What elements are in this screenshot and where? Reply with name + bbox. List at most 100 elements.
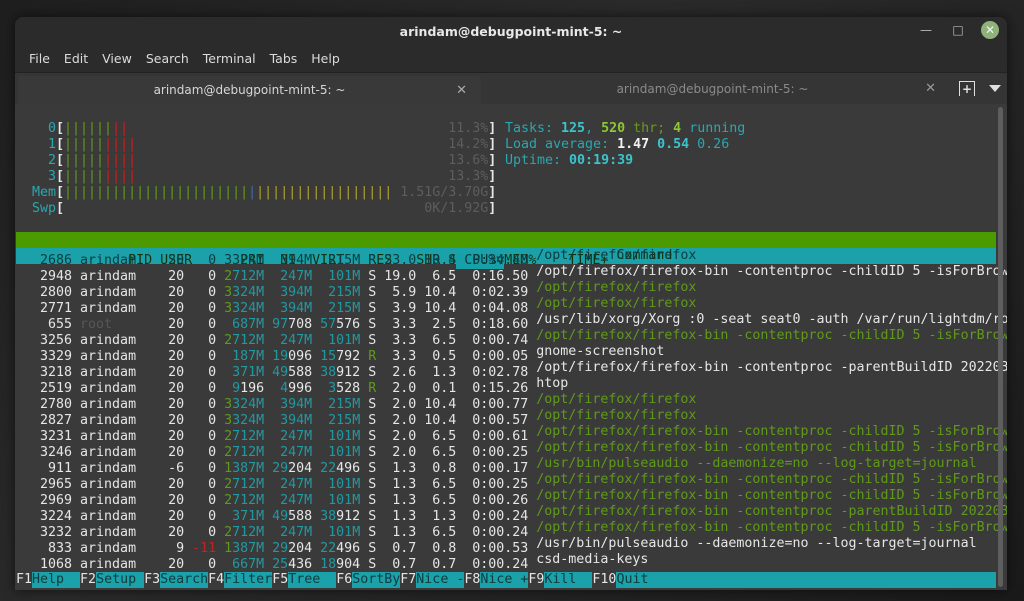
load-1: 1.47 — [617, 137, 650, 152]
process-row[interactable]: 911 arindam -6 0 1387M 29204 22496 S 1.3 0.8 0:00.… — [16, 456, 996, 476]
table-header: PIDUSERPRINIVIRTRESSHRS CPU%▽MEM%TIME+Co… — [16, 232, 996, 269]
fkey-kill[interactable]: F9Kill — [528, 572, 592, 588]
process-row[interactable]: 655 root 20 0 687M 97708 57576 S 3.3 2.5 0:18.60/u… — [16, 312, 1007, 332]
meter-bar-segment: ||||| — [64, 169, 105, 184]
meter-bracket-open: [ — [56, 153, 65, 168]
load-line: Load average: 1.47 0.54 0.26 — [505, 137, 745, 153]
cell-cmd: /opt/firefox/firefox — [536, 392, 697, 407]
tab-1[interactable]: arindam@debugpoint-mint-5: ~ ✕ — [18, 76, 481, 104]
process-row[interactable]: 2827 arindam 20 0 3324M 394M 215M S 2.0 10.4 0:00.… — [16, 408, 996, 428]
fkey-key: F1 — [16, 572, 33, 588]
cell-cmd: /opt/firefox/firefox-bin -contentproc -c… — [536, 472, 1007, 487]
cell-mem: 0.7 — [432, 557, 457, 572]
fkey-label: Quit — [616, 572, 649, 587]
menu-search[interactable]: Search — [139, 51, 196, 66]
fkey-tree[interactable]: F5Tree — [272, 572, 336, 588]
fkey-key: F2 — [80, 572, 97, 588]
process-row[interactable]: 2519 arindam 20 0 9196 4996 3528 R 2.0 0.1 0:15.26… — [16, 376, 996, 396]
scrollbar[interactable] — [998, 107, 1003, 587]
fkey-sortby[interactable]: F6SortBy — [336, 572, 400, 588]
process-row[interactable]: 1068 arindam 20 0 667M 25436 18904 S 0.7 0.7 0:00.… — [16, 552, 996, 572]
uptime-value: 00:19:39 — [569, 153, 634, 168]
tab-close-icon[interactable]: ✕ — [456, 83, 467, 98]
process-row[interactable]: 2965 arindam 20 0 2712M 247M 101M S 1.3 6.5 0:00.2… — [16, 472, 1007, 492]
tab-label: arindam@debugpoint-mint-5: ~ — [153, 83, 346, 97]
process-row[interactable]: 2948 arindam 20 0 2712M 247M 101M S 19.0 6.5 0:16.… — [16, 264, 1007, 284]
thr-label: thr; — [625, 121, 674, 136]
meter-bar: ||||||||||||||||||||||||||||||||||||||||… — [64, 185, 392, 201]
process-row[interactable]: 2969 arindam 20 0 2712M 247M 101M S 1.3 6.5 0:00.2… — [16, 488, 1007, 508]
fkey-quit[interactable]: F10Quit — [592, 572, 664, 588]
fkey-setup[interactable]: F2Setup — [80, 572, 144, 588]
fkey-search[interactable]: F3Search — [144, 572, 208, 588]
fkey-label: Setup — [96, 572, 137, 587]
process-row[interactable]: 3329 arindam 20 0 187M 19096 15792 R 3.3 0.5 0:00.… — [16, 344, 996, 364]
cell-cmd: /opt/firefox/firefox — [536, 280, 697, 295]
menu-view[interactable]: View — [95, 51, 139, 66]
meter-bracket-close: ] — [488, 185, 497, 200]
meter-bar-segment: ||||| — [64, 137, 105, 152]
cell-shr: 18904 — [320, 557, 361, 572]
cpu-meter-3: 3[||||||||| 13.3%] — [16, 169, 496, 185]
cell-cmd: /opt/firefox/firefox — [536, 248, 697, 263]
fkey-key: F7 — [400, 572, 417, 588]
close-button[interactable]: ✕ — [981, 21, 999, 39]
cell-cmd: csd-media-keys — [536, 552, 649, 567]
cell-cmd: /usr/bin/pulseaudio --daemonize=no --log… — [536, 536, 977, 551]
cell-cmd: /opt/firefox/firefox — [536, 296, 697, 311]
title-bar[interactable]: arindam@debugpoint-mint-5: ~ — □ ✕ — [15, 17, 1007, 45]
menu-help[interactable]: Help — [304, 51, 347, 66]
process-row[interactable]: 833 arindam 9 -11 1387M 29204 22496 S 0.7 0.8 0:00… — [16, 536, 996, 556]
cell-cmd: gnome-screenshot — [536, 344, 665, 359]
cpu-meter-0: 0[|||||||| 11.3%] — [16, 121, 496, 137]
htop-screen: 0[|||||||| 11.3%] 1[||||||||| 14.2%] 2[|||||… — [16, 121, 1007, 588]
fkey-help[interactable]: F1Help — [16, 572, 80, 588]
meter-bracket-close: ] — [488, 121, 497, 136]
process-row[interactable]: 2800 arindam 20 0 3324M 394M 215M S 5.9 10.4 0:02.… — [16, 280, 996, 300]
cell-user: arindam — [80, 557, 137, 572]
maximize-button[interactable]: □ — [949, 21, 967, 39]
meter-label: Swp — [31, 201, 57, 216]
menu-terminal[interactable]: Terminal — [196, 51, 263, 66]
meter-bracket-close: ] — [488, 153, 497, 168]
tab-2[interactable]: arindam@debugpoint-mint-5: ~ ✕ — [481, 73, 944, 104]
meters-panel: 0[|||||||| 11.3%] 1[||||||||| 14.2%] 2[|||||… — [16, 121, 996, 233]
fkey-nice[interactable]: F7Nice - — [400, 572, 464, 588]
meter-bar-segment: || — [112, 121, 129, 136]
menu-tabs[interactable]: Tabs — [263, 51, 305, 66]
menu-file[interactable]: File — [22, 51, 57, 66]
fkey-nice[interactable]: F8Nice + — [464, 572, 528, 588]
process-row[interactable]: 3232 arindam 20 0 2712M 247M 101M S 1.3 6.5 0:00.2… — [16, 520, 1007, 540]
fkey-label: Kill — [544, 572, 577, 587]
tab-menu-icon[interactable] — [989, 85, 1001, 92]
process-row[interactable]: 3224 arindam 20 0 371M 49588 38912 S 1.3 1.3 0:00.… — [16, 504, 1007, 524]
new-tab-icon[interactable]: + — [959, 81, 975, 96]
tab-close-icon[interactable]: ✕ — [925, 81, 936, 96]
load-label: Load average: — [505, 137, 618, 152]
meter-value: 0K/1.92G — [424, 201, 489, 216]
process-row[interactable]: 2780 arindam 20 0 3324M 394M 215M S 2.0 10.4 0:00.… — [16, 392, 996, 412]
meter-value: 1.51G/3.70G — [400, 185, 489, 200]
terminal-area[interactable]: 0[|||||||| 11.3%] 1[||||||||| 14.2%] 2[|||||… — [15, 104, 1007, 590]
process-row[interactable]: 2686 arindam 20 0 3324M 394M 215M R 23.0 10.4 0:34… — [16, 248, 996, 268]
process-row[interactable]: 3218 arindam 20 0 371M 49588 38912 S 2.6 1.3 0:02.… — [16, 360, 1007, 380]
load-5: 0.54 — [657, 137, 690, 152]
meter-bracket-open: [ — [56, 121, 65, 136]
fkey-key: F4 — [208, 572, 225, 588]
minimize-button[interactable]: — — [917, 21, 935, 39]
process-row[interactable]: 3246 arindam 20 0 2712M 247M 101M S 2.0 6.5 0:00.2… — [16, 440, 1007, 460]
process-row[interactable]: 3256 arindam 20 0 2712M 247M 101M S 3.3 6.5 0:00.7… — [16, 328, 1007, 348]
cell-pri: 20 — [168, 557, 185, 572]
fkey-filter[interactable]: F4Filter — [208, 572, 272, 588]
meter-bracket-close: ] — [488, 201, 497, 216]
system-info: Tasks: 125, 520 thr; 4 running Load aver… — [505, 121, 745, 169]
menu-edit[interactable]: Edit — [57, 51, 95, 66]
threads-count: 520 — [601, 121, 626, 136]
meter-bracket-open: [ — [56, 185, 65, 200]
meter-bracket-open: [ — [56, 169, 65, 184]
process-row[interactable]: 2771 arindam 20 0 3324M 394M 215M S 3.9 10.4 0:04.… — [16, 296, 996, 316]
cell-cmd: /opt/firefox/firefox-bin -contentproc -c… — [536, 328, 1007, 343]
process-row[interactable]: 3231 arindam 20 0 2712M 247M 101M S 2.0 6.5 0:00.6… — [16, 424, 1007, 444]
fkey-key: F5 — [272, 572, 289, 588]
meter-bar: |||||||| — [64, 121, 384, 137]
